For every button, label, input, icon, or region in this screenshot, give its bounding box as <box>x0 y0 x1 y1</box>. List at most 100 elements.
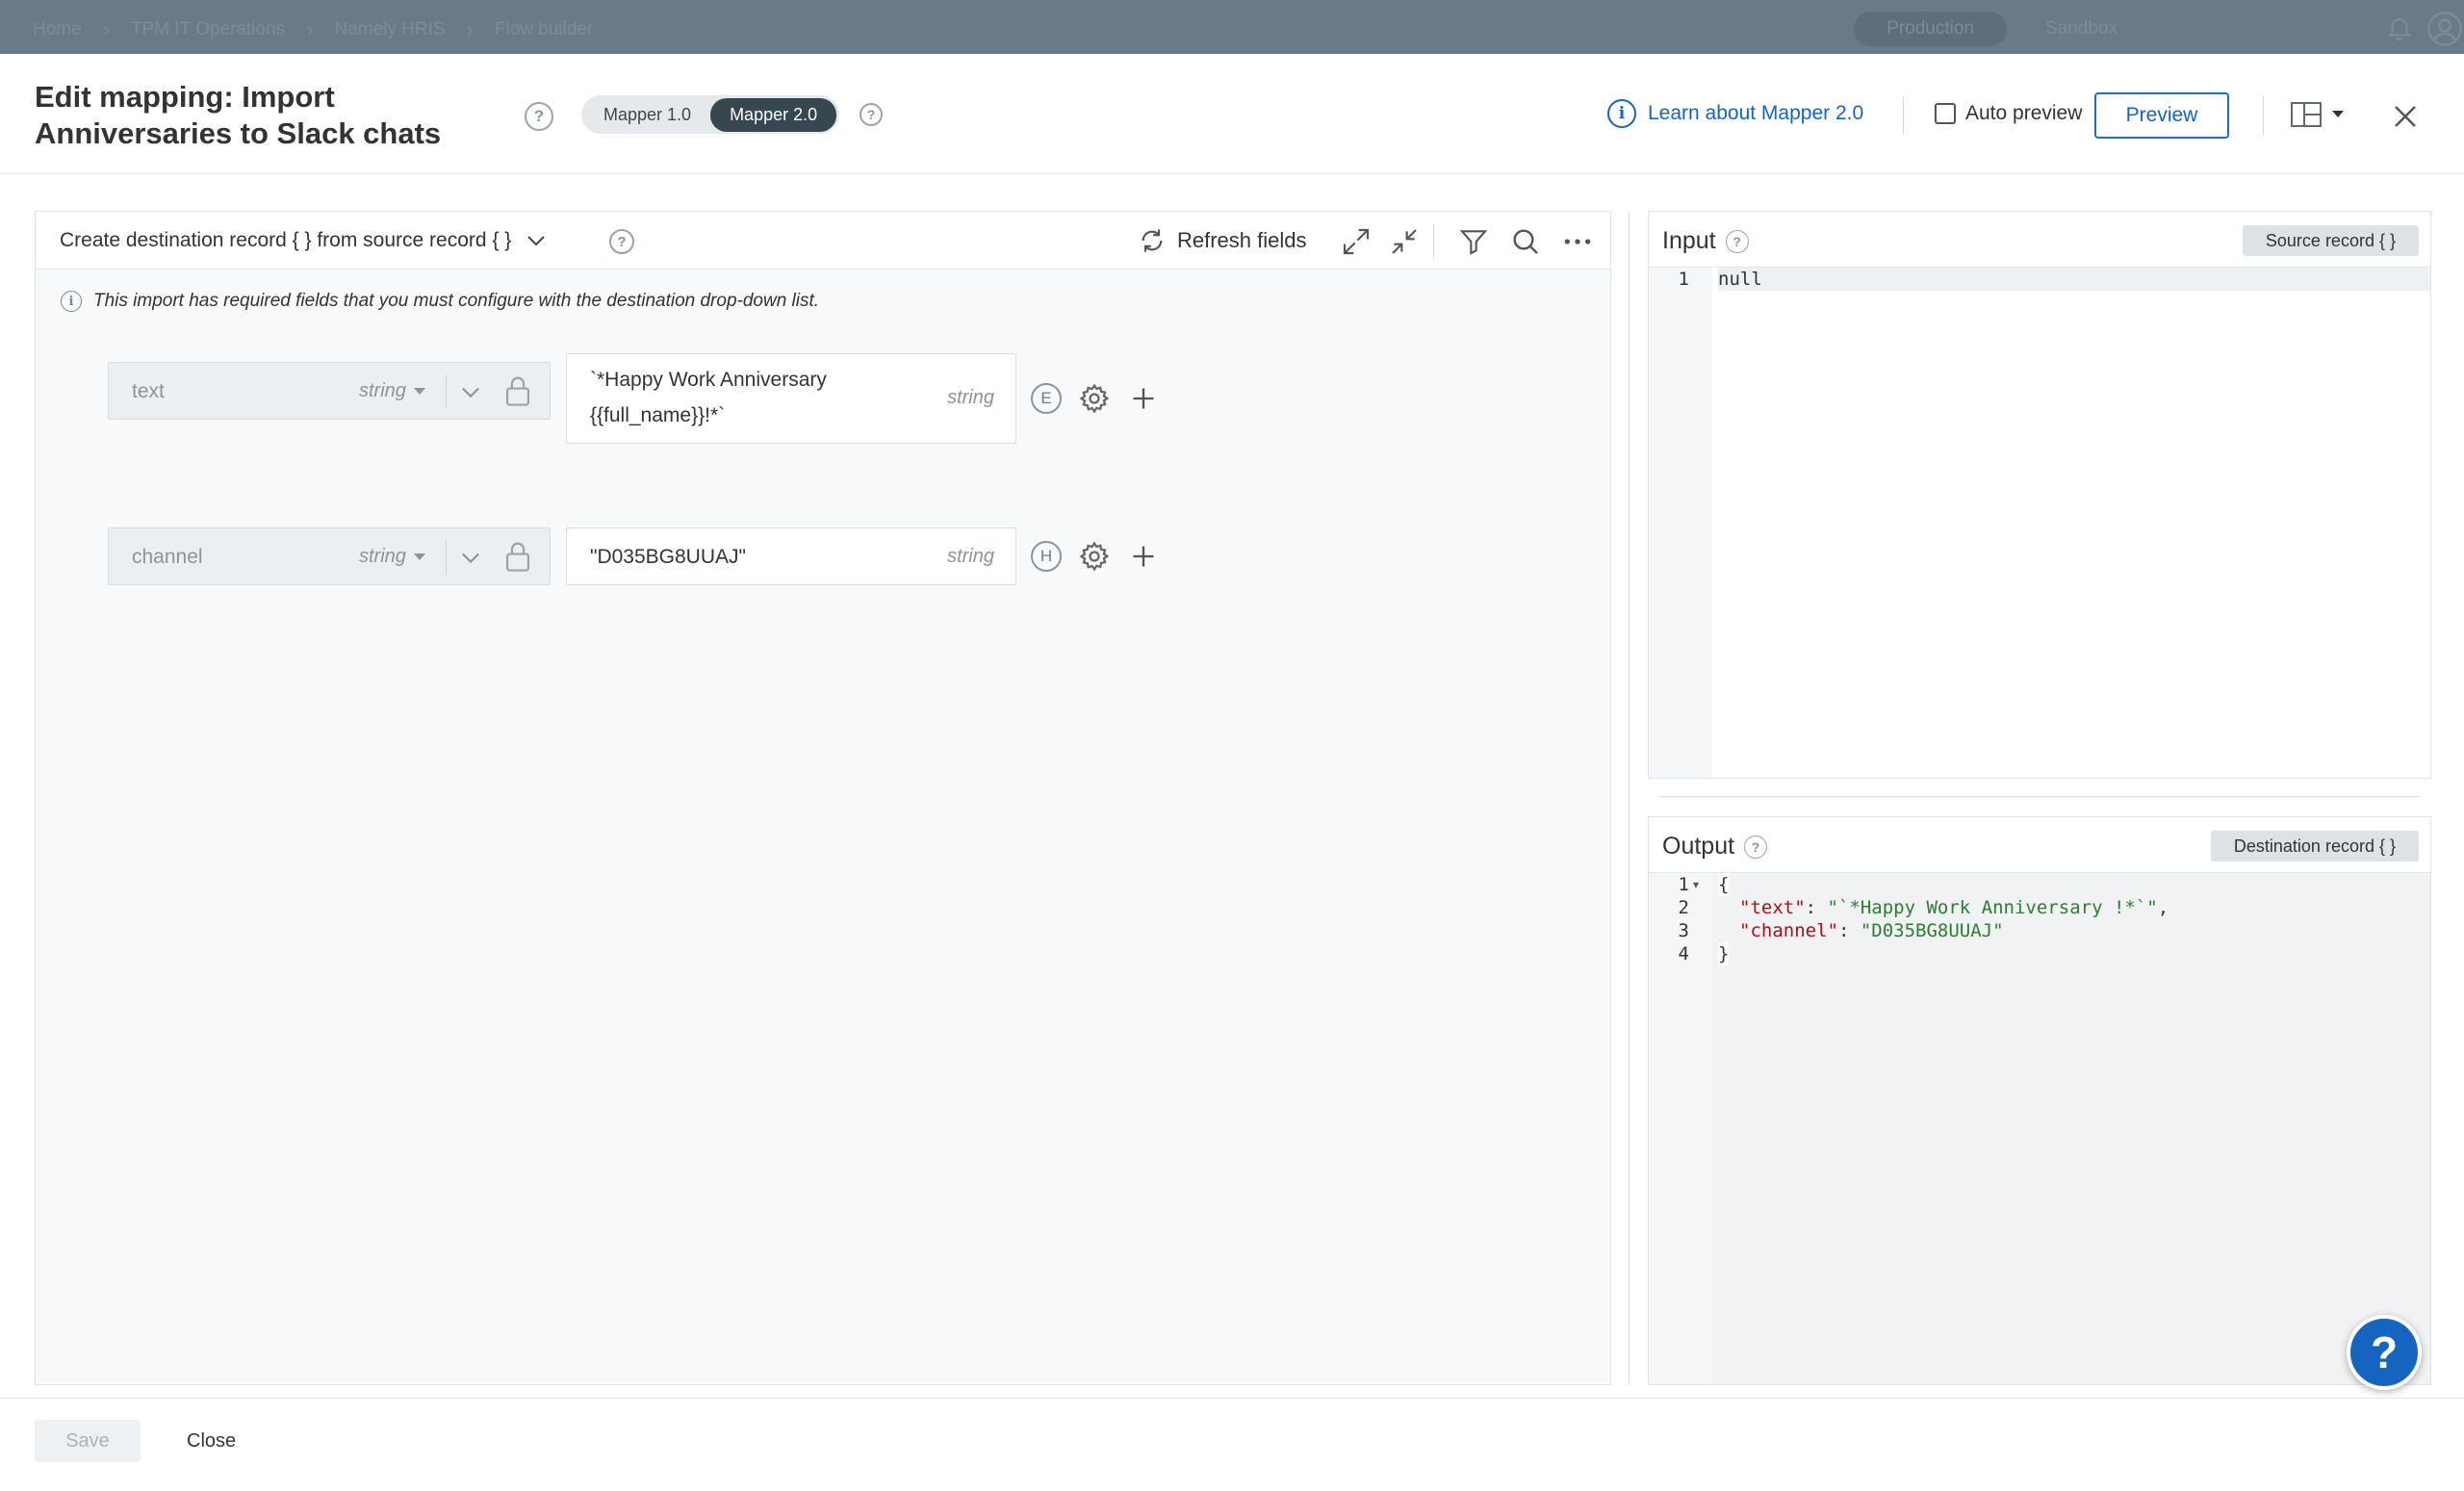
output-title-label: Output <box>1662 833 1735 860</box>
collapse-icon[interactable] <box>1389 226 1420 257</box>
breadcrumb-flow-group[interactable]: Namely HRIS <box>335 19 446 40</box>
required-fields-notice: i This import has required fields that y… <box>61 291 819 312</box>
destination-type-dropdown[interactable]: string <box>359 546 425 568</box>
top-navigation: Home › TPM IT Operations › Namely HRIS ›… <box>0 0 2464 54</box>
output-panel-header: Output ? Destination record { } <box>1649 817 2430 873</box>
mapper-version-toggle: Mapper 1.0 Mapper 2.0 <box>581 95 840 134</box>
layout-selector-button[interactable] <box>2291 102 2345 127</box>
caret-down-icon <box>2332 111 2344 117</box>
input-title: Input ? <box>1662 227 1749 255</box>
destination-field-text[interactable]: text string <box>108 362 551 420</box>
info-icon: i <box>61 291 82 312</box>
mapper-1-option[interactable]: Mapper 1.0 <box>584 98 710 132</box>
page-title: Edit mapping: Import Anniversaries to Sl… <box>35 80 442 150</box>
input-help-icon[interactable]: ? <box>1725 229 1749 253</box>
breadcrumb-flow-builder: Flow builder <box>494 19 594 39</box>
mapper-help-icon[interactable]: ? <box>860 103 883 126</box>
close-button[interactable]: Close <box>173 1420 249 1462</box>
line-number: 1 <box>1678 874 1689 895</box>
input-title-label: Input <box>1662 227 1716 254</box>
chevron-down-icon[interactable] <box>457 378 484 405</box>
panel-splitter[interactable] <box>1629 211 1630 1385</box>
header-divider <box>2263 96 2264 135</box>
refresh-fields-label: Refresh fields <box>1177 228 1307 252</box>
mapper-2-option[interactable]: Mapper 2.0 <box>710 97 837 132</box>
expand-icon[interactable] <box>1341 226 1372 257</box>
preview-button[interactable]: Preview <box>2094 92 2229 139</box>
user-avatar-icon[interactable] <box>2426 10 2464 48</box>
breadcrumb-home[interactable]: Home <box>33 19 82 40</box>
source-type-label: string <box>947 546 994 567</box>
code-line: "text": "`*Happy Work Anniversary !*`", <box>1739 896 2169 919</box>
json-key: "text" <box>1739 897 1806 918</box>
more-options-icon[interactable] <box>1562 226 1593 257</box>
chevron-down-icon[interactable] <box>457 544 484 571</box>
json-punct: : <box>1837 920 1861 941</box>
save-button[interactable]: Save <box>35 1420 141 1462</box>
output-help-icon[interactable]: ? <box>1744 835 1768 859</box>
learn-mapper-link[interactable]: i Learn about Mapper 2.0 <box>1607 99 1863 128</box>
header-divider <box>1903 96 1904 135</box>
info-icon: i <box>1607 99 1636 128</box>
auto-preview-checkbox[interactable] <box>1935 103 1956 124</box>
lock-icon <box>505 376 530 406</box>
output-code-editor[interactable]: 1 ▾ 2 3 4 { "text": "`*Happy Work Annive… <box>1649 873 2430 1384</box>
source-record-button[interactable]: Source record { } <box>2242 225 2419 256</box>
code-area[interactable]: null <box>1712 268 2430 778</box>
filter-icon[interactable] <box>1458 226 1489 257</box>
add-field-icon[interactable] <box>1130 385 1157 412</box>
line-gutter: 1 ▾ 2 3 4 <box>1649 873 1712 1384</box>
refresh-fields-button[interactable]: Refresh fields <box>1139 227 1307 254</box>
input-panel: Input ? Source record { } 1 null <box>1648 211 2431 779</box>
caret-down-icon <box>413 553 425 560</box>
destination-record-button[interactable]: Destination record { } <box>2210 831 2419 861</box>
gear-icon[interactable] <box>1078 382 1111 415</box>
edit-mapping-modal: Edit mapping: Import Anniversaries to Sl… <box>0 54 2464 1491</box>
panel-resize-handle[interactable] <box>1659 796 2420 797</box>
source-field-text[interactable]: `*Happy Work Anniversary {{full_name}}!*… <box>566 353 1016 444</box>
source-type-label: string <box>947 387 994 408</box>
close-icon[interactable] <box>2391 102 2420 131</box>
output-title: Output ? <box>1662 833 1768 861</box>
destination-field-channel[interactable]: channel string <box>108 527 551 585</box>
chevron-right-icon: › <box>306 17 314 41</box>
record-mode-dropdown[interactable]: Create destination record { } from sourc… <box>60 229 546 252</box>
destination-type-label: string <box>359 380 406 401</box>
source-field-channel[interactable]: "D035BG8UUAJ" string <box>566 527 1016 585</box>
destination-field-name: text <box>132 380 165 402</box>
learn-mapper-label: Learn about Mapper 2.0 <box>1648 102 1864 124</box>
hardcoded-value-badge[interactable]: H <box>1031 541 1062 572</box>
record-mode-label: Create destination record { } from sourc… <box>60 229 512 251</box>
field-divider <box>446 374 447 409</box>
bell-icon[interactable] <box>2385 13 2414 42</box>
line-number: 3 <box>1678 920 1689 941</box>
record-mode-help-icon[interactable]: ? <box>609 229 634 254</box>
auto-preview-toggle[interactable]: Auto preview <box>1935 102 2082 125</box>
handlebars-expression-badge[interactable]: E <box>1031 383 1062 414</box>
line-number: 4 <box>1678 943 1689 964</box>
json-key: "channel" <box>1739 920 1838 941</box>
chevron-right-icon: › <box>102 17 111 41</box>
breadcrumb-integration[interactable]: TPM IT Operations <box>131 19 285 40</box>
fold-caret-icon[interactable]: ▾ <box>1693 873 1699 896</box>
search-icon[interactable] <box>1510 226 1541 257</box>
destination-type-dropdown[interactable]: string <box>359 380 425 402</box>
auto-preview-label: Auto preview <box>1965 102 2083 124</box>
input-panel-header: Input ? Source record { } <box>1649 212 2430 268</box>
gear-icon[interactable] <box>1078 540 1111 573</box>
notice-text: This import has required fields that you… <box>93 291 820 311</box>
chevron-right-icon: › <box>466 17 474 41</box>
title-help-icon[interactable]: ? <box>525 102 553 131</box>
code-area[interactable]: { "text": "`*Happy Work Anniversary !*`"… <box>1712 873 2430 1384</box>
env-sandbox-button[interactable]: Sandbox <box>2026 12 2137 46</box>
help-fab-button[interactable]: ? <box>2347 1315 2422 1390</box>
add-field-icon[interactable] <box>1130 543 1157 570</box>
destination-type-label: string <box>359 546 406 567</box>
line-number: 2 <box>1678 897 1689 918</box>
env-production-button[interactable]: Production <box>1854 12 2007 46</box>
line-gutter: 1 <box>1649 268 1712 778</box>
code-line: } <box>1718 942 1730 965</box>
modal-footer: Save Close <box>0 1398 2464 1491</box>
modal-header: Edit mapping: Import Anniversaries to Sl… <box>0 54 2464 174</box>
input-code-editor[interactable]: 1 null <box>1649 268 2430 778</box>
